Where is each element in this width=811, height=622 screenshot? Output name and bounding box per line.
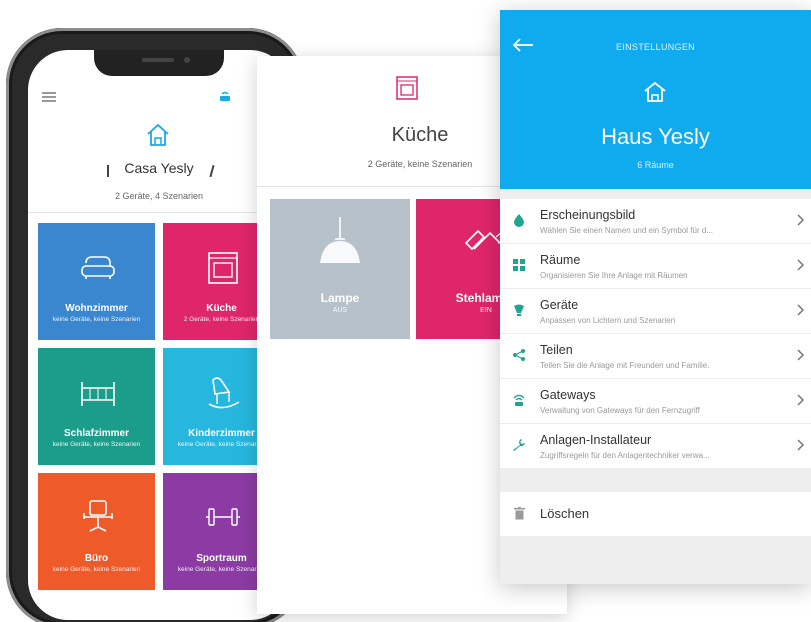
settings-item-desc: Wählen Sie einen Namen und ein Symbol fü…	[540, 226, 713, 235]
home-title[interactable]: Casa Yesly	[28, 160, 290, 176]
delete-button[interactable]: Löschen	[500, 492, 811, 536]
settings-item-desc: Zugriffsregeln für den Anlagentechniker …	[540, 451, 710, 460]
settings-item-erscheinungsbild[interactable]: Erscheinungsbild Wählen Sie einen Namen …	[500, 199, 811, 244]
bulb-icon	[514, 304, 524, 316]
room-tile-buero[interactable]: Büro keine Geräte, keine Szenarien	[38, 473, 155, 590]
settings-header: EINSTELLUNGEN Haus Yesly 6 Räume	[500, 10, 811, 189]
wrench-icon	[513, 439, 525, 451]
chevron-right-icon	[797, 214, 805, 226]
rocking-horse-icon	[208, 377, 240, 409]
house-icon	[644, 81, 666, 102]
settings-item-desc: Teilen Sie die Anlage mit Freunden und F…	[540, 361, 710, 370]
grid-icon	[513, 259, 525, 271]
oven-icon	[396, 76, 418, 100]
sofa-icon	[81, 256, 115, 279]
phone-notch	[94, 50, 224, 76]
settings-item-geraete[interactable]: Geräte Anpassen von Lichtern und Szenari…	[500, 289, 811, 334]
dumbbell-icon	[206, 508, 240, 526]
chevron-right-icon	[797, 349, 805, 361]
device-name: Lampe	[320, 291, 360, 305]
chevron-right-icon	[797, 394, 805, 406]
gateway-icon[interactable]	[219, 88, 231, 102]
room-name: Wohnzimmer	[65, 303, 128, 314]
settings-item-desc: Organisieren Sie Ihre Anlage mit Räumen	[540, 271, 688, 280]
settings-item-title: Erscheinungsbild	[540, 208, 636, 222]
settings-item-title: Räume	[540, 253, 581, 267]
paint-drop-icon	[514, 214, 524, 227]
gateway-icon	[513, 394, 525, 406]
settings-screen: EINSTELLUNGEN Haus Yesly 6 Räume Erschei…	[500, 10, 811, 584]
settings-item-title: Teilen	[540, 343, 573, 357]
room-desc: keine Geräte, keine Szenarien	[52, 566, 141, 573]
settings-item-desc: Anpassen von Lichtern und Szenarien	[540, 316, 676, 325]
rooms-count: 6 Räume	[637, 160, 674, 170]
settings-caption: EINSTELLUNGEN	[616, 42, 695, 52]
settings-item-teilen[interactable]: Teilen Teilen Sie die Anlage mit Freunde…	[500, 334, 811, 379]
chevron-right-icon	[797, 304, 805, 316]
home-subtitle: 2 Geräte, 4 Szenarien	[114, 191, 204, 201]
chevron-right-icon	[797, 439, 805, 451]
room-name: Büro	[84, 553, 109, 564]
settings-item-gateways[interactable]: Gateways Verwaltung von Gateways für den…	[500, 379, 811, 424]
hamburger-menu-icon[interactable]	[42, 92, 56, 102]
share-icon	[513, 349, 525, 361]
office-chair-icon	[83, 500, 113, 532]
settings-item-raeume[interactable]: Räume Organisieren Sie Ihre Anlage mit R…	[500, 244, 811, 289]
settings-item-title: Geräte	[540, 298, 579, 312]
room-tile-wohnzimmer[interactable]: Wohnzimmer keine Geräte, keine Szenarien	[38, 223, 155, 340]
oven-icon	[208, 252, 238, 284]
delete-label: Löschen	[540, 506, 590, 521]
settings-item-title: Gateways	[540, 388, 596, 402]
device-state: AUS	[332, 307, 348, 314]
phone-screen: Casa Yesly 2 Geräte, 4 Szenarien Wohnzim…	[28, 50, 290, 620]
bed-icon	[81, 382, 115, 406]
room-desc: keine Geräte, keine Szenarien	[52, 316, 141, 323]
house-icon	[147, 123, 169, 146]
pendant-lamp-icon	[320, 217, 360, 263]
settings-item-anlagen-installateur[interactable]: Anlagen-Installateur Zugriffsregeln für …	[500, 424, 811, 469]
home-name: Haus Yesly	[601, 124, 710, 149]
chevron-right-icon	[797, 259, 805, 271]
settings-list: Erscheinungsbild Wählen Sie einen Namen …	[500, 199, 811, 469]
device-tile-lampe[interactable]: Lampe AUS	[270, 199, 410, 339]
divider	[28, 212, 290, 213]
trash-icon	[514, 507, 525, 520]
room-desc: keine Geräte, keine Szenarien	[52, 441, 141, 448]
room-tile-schlafzimmer[interactable]: Schlafzimmer keine Geräte, keine Szenari…	[38, 348, 155, 465]
room-name: Schlafzimmer	[63, 428, 130, 439]
settings-item-desc: Verwaltung von Gateways für den Fernzugr…	[540, 406, 700, 415]
settings-item-title: Anlagen-Installateur	[540, 433, 652, 447]
